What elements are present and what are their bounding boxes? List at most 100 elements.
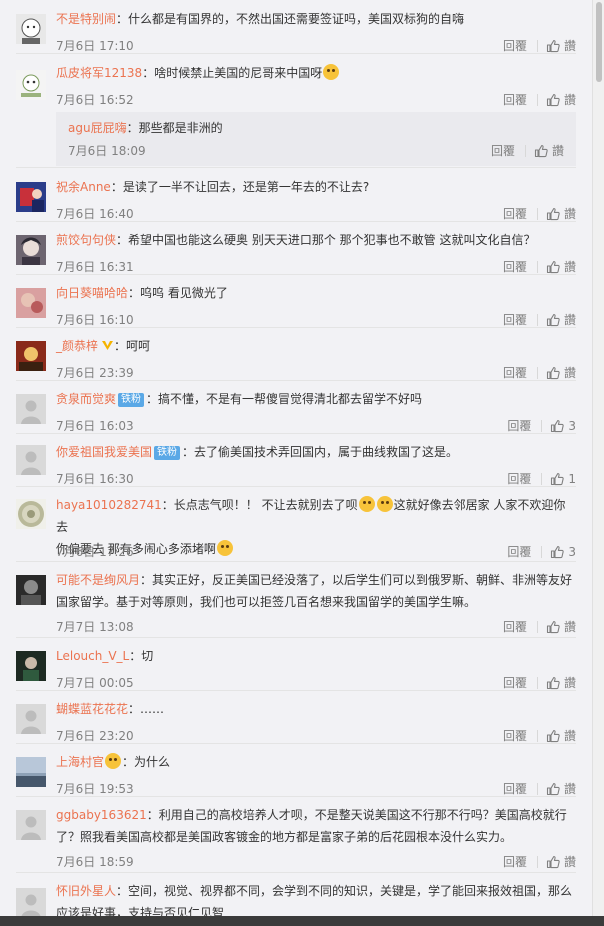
username-link[interactable]: 煎饺句句侠 [56,233,116,247]
avatar[interactable] [16,445,46,475]
reply-button[interactable]: 回覆 [503,310,527,330]
thumbs-up-icon[interactable] [546,207,560,221]
avatar[interactable] [16,341,46,371]
comment-text: ：搞不懂，不是有一帮傻冒觉得清北都去留学不好吗 [146,392,423,406]
thumbs-up-icon[interactable] [546,366,560,380]
comment-item: 上海村官 ：为什么 7月6日 19:53 回覆 讚 [16,751,576,797]
username-link[interactable]: 你爱祖国我爱美国 [56,445,152,459]
like-button[interactable]: 讚 [564,363,576,383]
username-link[interactable]: 怀旧外星人 [56,884,116,898]
avatar[interactable] [16,499,46,529]
like-button[interactable]: 讚 [564,36,576,56]
thumbs-up-icon[interactable] [550,545,565,559]
like-button[interactable]: 讚 [564,90,576,110]
username-link[interactable]: 不是特别闹 [56,12,116,26]
thumbs-up-icon[interactable] [546,93,560,107]
username-link[interactable]: agu屁屁嗨 [68,121,127,135]
thumbs-up-icon[interactable] [550,472,565,486]
thumbs-up-icon[interactable] [546,676,560,690]
reply-button[interactable]: 回覆 [503,617,527,637]
scroll-thumb[interactable] [596,2,602,82]
comment-text: ：是读了一半不让回去，还是第一年去的不让去? [110,180,370,194]
avatar[interactable] [16,182,46,212]
reply-button[interactable]: 回覆 [503,852,527,872]
reply-button[interactable]: 回覆 [491,141,515,161]
reply-button[interactable]: 回覆 [503,36,527,56]
username-link[interactable]: haya1010282741 [56,498,162,512]
taskbar-strip [0,916,604,926]
comment-text: ：切 [129,649,154,663]
comment-meta: 7月6日 18:09 回覆 讚 [68,141,564,161]
comment-item: _颜恭梓 ：呵呵 7月6日 23:39 回覆 讚 [16,335,576,381]
like-button[interactable]: 讚 [564,673,576,693]
thumbs-up-icon[interactable] [546,313,560,327]
comment-text: ：那些都是非洲的 [126,121,223,135]
username-link[interactable]: ggbaby163621 [56,808,147,822]
username-link[interactable]: 贪泉而觉爽 [56,392,116,406]
like-button[interactable]: 1 [568,469,576,489]
thumbs-up-icon[interactable] [546,729,560,743]
thumbs-up-icon[interactable] [546,620,560,634]
thumbs-up-icon[interactable] [534,144,548,158]
username-link[interactable]: Lelouch_V_L [56,649,129,663]
avatar[interactable] [16,888,46,916]
like-button[interactable]: 讚 [564,726,576,746]
like-button[interactable]: 讚 [564,779,576,799]
comment-actions: 回覆 讚 [503,257,576,277]
like-button[interactable]: 讚 [564,204,576,224]
reply-button[interactable]: 回覆 [503,257,527,277]
username-link[interactable]: 蝴蝶蓝花花花 [56,702,128,716]
avatar[interactable] [16,235,46,265]
like-button[interactable]: 讚 [552,141,564,161]
thumbs-up-icon[interactable] [546,855,560,869]
comment-text: ：呵呵 [114,339,151,353]
vertical-scrollbar[interactable] [592,0,604,916]
like-button[interactable]: 3 [568,542,576,562]
avatar[interactable] [16,704,46,734]
avatar[interactable] [16,288,46,318]
avatar[interactable] [16,575,46,605]
username-link[interactable]: 祝余Anne [56,180,111,194]
username-link[interactable]: 瓜皮将军12138 [56,66,142,80]
reply-button[interactable]: 回覆 [503,726,527,746]
reply-button[interactable]: 回覆 [507,542,531,562]
comment-body: 怀旧外星人：空间，视觉、视界都不同，会学到不同的知识，关键是，学了能回来报效祖国… [56,880,576,916]
reply-button[interactable]: 回覆 [503,204,527,224]
like-button[interactable]: 3 [568,416,576,436]
avatar[interactable] [16,810,46,840]
comment-actions: 回覆 3 [507,416,576,436]
comment-actions: 回覆 讚 [503,779,576,799]
avatar[interactable] [16,757,46,787]
username-link[interactable]: 向日葵喵哈哈 [56,286,128,300]
reply-button[interactable]: 回覆 [503,673,527,693]
reply-button[interactable]: 回覆 [503,90,527,110]
timestamp: 7月6日 19:53 [56,782,134,796]
comment-meta: 7月6日 16:10 回覆 讚 [56,310,576,330]
username-link[interactable]: 可能不是绚风月 [56,573,140,587]
comment-body: 向日葵喵哈哈：呜呜 看见微光了 [56,282,576,304]
reply-button[interactable]: 回覆 [503,363,527,383]
username-link[interactable]: 上海村官 [56,755,104,769]
reply-button[interactable]: 回覆 [503,779,527,799]
like-button[interactable]: 讚 [564,310,576,330]
avatar[interactable] [16,70,46,100]
divider [536,621,538,633]
comment-meta: 7月6日 19:53 回覆 讚 [56,779,576,799]
thumbs-up-icon[interactable] [546,39,560,53]
avatar[interactable] [16,14,46,44]
reply-button[interactable]: 回覆 [507,416,531,436]
like-button[interactable]: 讚 [564,852,576,872]
reply-button[interactable]: 回覆 [507,469,531,489]
like-button[interactable]: 讚 [564,617,576,637]
thumbs-up-icon[interactable] [550,419,565,433]
avatar[interactable] [16,394,46,424]
thumbs-up-icon[interactable] [546,782,560,796]
thumbs-up-icon[interactable] [546,260,560,274]
timestamp: 7月6日 16:52 [56,93,134,107]
comment-item: 祝余Anne：是读了一半不让回去，还是第一年去的不让去? 7月6日 16:40 回覆… [16,176,576,222]
username-link[interactable]: _颜恭梓 [56,339,98,353]
like-button[interactable]: 讚 [564,257,576,277]
comment-body: 瓜皮将军12138：啥时候禁止美国的尼哥来中国呀 [56,62,576,84]
timestamp: 7月6日 17:26 [56,545,134,559]
avatar[interactable] [16,651,46,681]
